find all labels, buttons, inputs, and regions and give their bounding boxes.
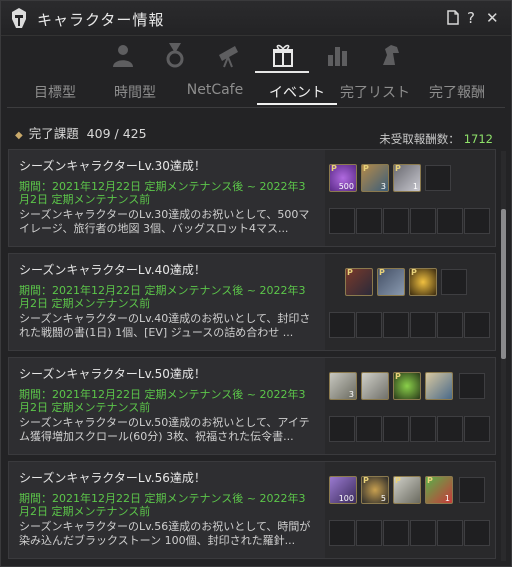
category-icon-row bbox=[1, 37, 511, 75]
quest-title: シーズンキャラクターLv.30達成！ bbox=[19, 159, 206, 173]
empty-reward-slot bbox=[464, 312, 490, 338]
empty-reward-slot bbox=[437, 312, 463, 338]
gift-box-icon[interactable]: P1 bbox=[425, 476, 453, 504]
empty-reward-slot bbox=[437, 416, 463, 442]
active-category-indicator bbox=[255, 71, 309, 73]
telescope-icon[interactable] bbox=[215, 41, 243, 69]
medal-icon[interactable] bbox=[161, 41, 189, 69]
empty-reward-slot bbox=[329, 208, 355, 234]
green-potion-icon[interactable]: P bbox=[393, 372, 421, 400]
window-title: キャラクター情報 bbox=[37, 11, 165, 29]
sealed-book-icon[interactable]: P bbox=[345, 268, 373, 296]
reward-pane: P P P bbox=[325, 254, 495, 350]
reward-pane: P 500 P3 P1 bbox=[325, 150, 495, 246]
quest-period: 期間：2021年12月22日 定期メンテナンス後 ~ 2022年3月2日 定期メ… bbox=[19, 388, 306, 414]
quest-card[interactable]: シーズンキャラクターLv.40達成！ 期間：2021年12月22日 定期メンテナ… bbox=[8, 253, 496, 351]
quest-period: 期間：2021年12月22日 定期メンテナンス後 ~ 2022年3月2日 定期メ… bbox=[19, 284, 306, 310]
horse-icon[interactable] bbox=[377, 41, 405, 69]
quest-description: シーズンキャラクターのLv.40達成のお祝いとして、封印された戦闘の書(1日) … bbox=[19, 312, 311, 339]
tab-event[interactable]: イベント bbox=[255, 82, 339, 102]
quest-card[interactable]: シーズンキャラクターLv.50達成！ 期間：2021年12月22日 定期メンテナ… bbox=[8, 357, 496, 455]
close-icon[interactable]: ✕ bbox=[486, 9, 499, 27]
empty-reward-slot bbox=[410, 312, 436, 338]
empty-reward-slot bbox=[383, 416, 409, 442]
quest-description: シーズンキャラクターのLv.56達成のお祝いとして、時間が染み込んだブラックスト… bbox=[19, 520, 311, 547]
quest-period: 期間：2021年12月22日 定期メンテナンス後 ~ 2022年3月2日 定期メ… bbox=[19, 492, 306, 518]
title-bar[interactable]: キャラクター情報 ? ✕ bbox=[1, 1, 511, 36]
quest-card[interactable]: シーズンキャラクターLv.56達成！ 期間：2021年12月22日 定期メンテナ… bbox=[8, 461, 496, 559]
scrollbar-thumb[interactable] bbox=[501, 209, 506, 359]
empty-reward-slot bbox=[437, 208, 463, 234]
reward-pane: 3 P bbox=[325, 358, 495, 454]
empty-reward-slot bbox=[383, 208, 409, 234]
tab-completion-rewards[interactable]: 完了報酬 bbox=[415, 82, 499, 102]
empty-reward-slot bbox=[459, 477, 485, 503]
empty-reward-slot bbox=[437, 520, 463, 546]
tab-completed-list[interactable]: 完了リスト bbox=[333, 82, 417, 102]
tab-netcafe[interactable]: NetCafe bbox=[173, 82, 257, 98]
compass-icon[interactable]: P5 bbox=[361, 476, 389, 504]
quest-description: シーズンキャラクターのLv.30達成のお祝いとして、500マイレージ、旅行者の地… bbox=[19, 208, 310, 235]
empty-reward-slot bbox=[410, 520, 436, 546]
empty-reward-slot bbox=[383, 312, 409, 338]
quest-period: 期間：2021年12月22日 定期メンテナンス後 ~ 2022年3月2日 定期メ… bbox=[19, 180, 306, 206]
empty-reward-slot bbox=[410, 416, 436, 442]
tab-bar: 目標型 時間型 NetCafe イベント 完了リスト 完了報酬 bbox=[1, 79, 511, 105]
character-icon[interactable] bbox=[109, 41, 137, 69]
scroll-icon[interactable] bbox=[361, 372, 389, 400]
bar-chart-icon[interactable] bbox=[323, 41, 351, 69]
traveler-map-icon[interactable]: P3 bbox=[361, 164, 389, 192]
empty-reward-slot bbox=[356, 208, 382, 234]
empty-reward-slot bbox=[464, 416, 490, 442]
purple-coin-icon[interactable]: P 500 bbox=[329, 164, 357, 192]
diamond-bullet-icon: ◆ bbox=[15, 130, 23, 141]
black-stone-icon[interactable]: 100 bbox=[329, 476, 357, 504]
empty-reward-slot bbox=[356, 520, 382, 546]
tab-time[interactable]: 時間型 bbox=[93, 82, 177, 102]
active-tab-underline bbox=[257, 103, 337, 105]
empty-reward-slot bbox=[329, 416, 355, 442]
empty-reward-slot bbox=[459, 373, 485, 399]
helmet-logo-icon bbox=[12, 8, 26, 28]
unclaimed-rewards: 未受取報酬数： 1712 bbox=[379, 131, 493, 147]
bag-slot-icon[interactable]: P1 bbox=[393, 164, 421, 192]
empty-reward-slot bbox=[383, 520, 409, 546]
quest-title: シーズンキャラクターLv.40達成！ bbox=[19, 263, 206, 277]
empty-reward-slot bbox=[441, 269, 467, 295]
empty-reward-slot bbox=[329, 312, 355, 338]
unclaimed-rewards-value: 1712 bbox=[463, 132, 493, 146]
completed-tasks-label: 完了課題 bbox=[28, 126, 79, 141]
unclaimed-rewards-label: 未受取報酬数： bbox=[379, 132, 460, 146]
gold-sparkle-icon[interactable]: P bbox=[409, 268, 437, 296]
landscape-scroll-icon[interactable] bbox=[425, 372, 453, 400]
document-icon[interactable] bbox=[447, 10, 459, 25]
quest-description: シーズンキャラクターのLv.50達成のお祝いとして、アイテム獲得増加スクロール(… bbox=[19, 416, 310, 443]
tab-objective[interactable]: 目標型 bbox=[13, 82, 97, 102]
character-info-window: キャラクター情報 ? ✕ 目標型 時間型 NetCafe イベント 完了リスト … bbox=[0, 0, 512, 567]
empty-reward-slot bbox=[356, 312, 382, 338]
quest-card[interactable]: シーズンキャラクターLv.30達成！ 期間：2021年12月22日 定期メンテナ… bbox=[8, 149, 496, 247]
empty-reward-slot bbox=[356, 416, 382, 442]
completed-tasks-summary: ◆ 完了課題 409 / 425 bbox=[15, 123, 147, 142]
juice-box-icon[interactable]: P bbox=[377, 268, 405, 296]
gift-icon[interactable] bbox=[269, 41, 297, 69]
empty-reward-slot bbox=[410, 208, 436, 234]
tab-divider bbox=[7, 107, 505, 108]
completed-tasks-count: 409 / 425 bbox=[86, 126, 147, 141]
empty-reward-slot bbox=[329, 520, 355, 546]
empty-reward-slot bbox=[464, 520, 490, 546]
help-icon[interactable]: ? bbox=[467, 9, 475, 27]
quest-title: シーズンキャラクターLv.56達成！ bbox=[19, 471, 206, 485]
scroll-icon[interactable]: P bbox=[393, 476, 421, 504]
reward-pane: 100 P5 P P1 bbox=[325, 462, 495, 558]
empty-reward-slot bbox=[425, 165, 451, 191]
event-quest-list[interactable]: シーズンキャラクターLv.30達成！ 期間：2021年12月22日 定期メンテナ… bbox=[8, 149, 496, 567]
scroll-icon[interactable]: 3 bbox=[329, 372, 357, 400]
empty-reward-slot bbox=[464, 208, 490, 234]
quest-title: シーズンキャラクターLv.50達成！ bbox=[19, 367, 206, 381]
